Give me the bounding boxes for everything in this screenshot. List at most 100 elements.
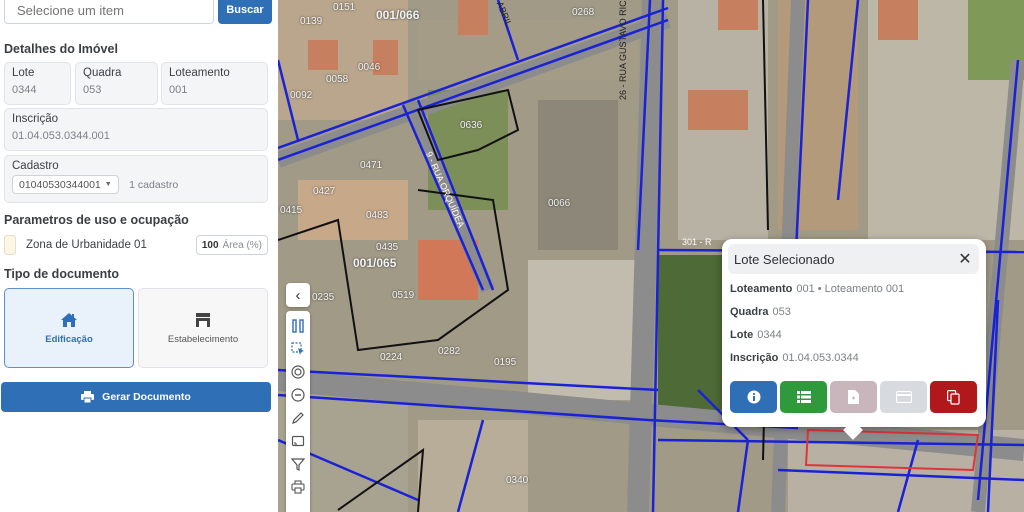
zoom-out-tool[interactable]	[289, 386, 307, 404]
select-tool[interactable]	[289, 340, 307, 358]
popup-row-value: 0344	[757, 329, 782, 341]
measure-tool[interactable]	[289, 432, 307, 450]
app-root: Buscar Detalhes do Imóvel Lote 0344 Quad…	[0, 0, 1024, 512]
collapse-sidebar-button[interactable]: ‹	[286, 283, 310, 307]
map-parcel-label: 0340	[506, 475, 529, 486]
card-icon	[895, 391, 912, 403]
quadra-value: 053	[83, 84, 102, 96]
map-parcel-label: 0415	[280, 205, 303, 216]
document-button[interactable]	[830, 381, 877, 413]
doc-option-edificacao[interactable]: Edificação	[4, 288, 134, 368]
map-parcel-label: 0435	[376, 242, 399, 253]
filter-tool[interactable]	[289, 455, 307, 473]
popup-row-lote: Lote 0344	[730, 329, 782, 341]
map-parcel-label: 0483	[366, 210, 389, 221]
area-value: 100	[201, 239, 219, 251]
popup-row-label: Loteamento	[730, 283, 793, 295]
lote-field: Lote 0344	[4, 62, 71, 105]
loteamento-value: 001	[169, 84, 188, 96]
sidebar: Buscar Detalhes do Imóvel Lote 0344 Quad…	[0, 0, 278, 512]
doc-option-estabelecimento[interactable]: Estabelecimento	[138, 288, 268, 368]
map-parcel-label: 001/065	[353, 256, 397, 270]
zoom-out-icon	[291, 388, 305, 402]
house-icon	[61, 312, 77, 327]
document-icon	[848, 390, 859, 404]
print-tool[interactable]	[289, 478, 307, 496]
map-toolbar	[286, 311, 310, 512]
locate-tool[interactable]	[289, 363, 307, 381]
popup-row-inscricao: Inscrição 01.04.053.0344	[730, 352, 859, 364]
cadastro-select[interactable]: 01040530344001 ▼	[12, 175, 119, 194]
popup-row-value: 053	[772, 306, 791, 318]
card-button[interactable]	[880, 381, 927, 413]
close-icon[interactable]: ✕	[957, 249, 973, 269]
street-label: 301 - R	[682, 237, 712, 247]
inscricao-label: Inscrição	[12, 113, 59, 125]
map-parcel-label: 0092	[290, 90, 313, 101]
cadastro-label: Cadastro	[12, 160, 59, 172]
loteamento-label: Loteamento	[169, 67, 230, 79]
popup-row-quadra: Quadra 053	[730, 306, 791, 318]
search-button[interactable]: Buscar	[218, 0, 272, 24]
layers-tool[interactable]	[289, 317, 307, 335]
map-parcel-label: 0427	[313, 186, 336, 197]
zone-color-swatch	[4, 235, 16, 255]
search-input[interactable]	[4, 0, 214, 24]
info-button[interactable]	[730, 381, 777, 413]
lote-value: 0344	[12, 84, 37, 96]
map-parcel-label: 0471	[360, 160, 383, 171]
map-parcel-label: 0636	[460, 120, 483, 131]
printer-icon	[81, 391, 95, 403]
list-button[interactable]	[780, 381, 827, 413]
edit-icon	[292, 412, 304, 424]
doc-option-label: Estabelecimento	[167, 333, 239, 345]
chevron-down-icon: ▼	[104, 181, 112, 188]
popup-row-loteamento: Loteamento 001 • Loteamento 001	[730, 283, 904, 295]
map-parcel-label: 0224	[380, 352, 403, 363]
print-icon	[291, 480, 305, 494]
area-percent-box: 100 Área (%)	[195, 235, 268, 255]
generate-document-label: Gerar Documento	[102, 391, 191, 403]
quadra-field: Quadra 053	[75, 62, 158, 105]
measure-icon	[291, 435, 305, 447]
map-parcel-label: 0066	[548, 198, 571, 209]
map-parcel-label: 0151	[333, 2, 356, 13]
cadastro-field: Cadastro 01040530344001 ▼ 1 cadastro	[4, 155, 268, 203]
popup-row-label: Quadra	[730, 306, 769, 318]
select-icon	[291, 342, 304, 355]
map-parcel-label: 0195	[494, 357, 517, 368]
doc-option-label: Edificação	[45, 333, 93, 345]
details-title: Detalhes do Imóvel	[4, 42, 118, 56]
area-unit: Área (%)	[222, 239, 262, 251]
map-parcel-label: 0139	[300, 16, 323, 27]
popup-title: Lote Selecionado	[734, 251, 835, 267]
usage-title: Parametros de uso e ocupação	[4, 213, 189, 227]
map-parcel-label: 0519	[392, 290, 415, 301]
popup-row-label: Inscrição	[730, 352, 779, 364]
edit-tool[interactable]	[289, 409, 307, 427]
copy-icon	[947, 389, 960, 405]
zone-row: Zona de Urbanidade 01 100 Área (%)	[4, 234, 268, 256]
map-parcel-label: 0058	[326, 74, 349, 85]
storefront-icon	[196, 312, 210, 327]
map-parcel-label: 0046	[358, 62, 381, 73]
selected-lot-popup: Lote Selecionado ✕ Loteamento 001 • Lotea…	[722, 239, 986, 440]
copy-button[interactable]	[930, 381, 977, 413]
popup-row-value: 001 • Loteamento 001	[796, 283, 905, 295]
cadastro-selected-value: 01040530344001	[19, 178, 101, 191]
quadra-label: Quadra	[83, 67, 122, 79]
inscricao-field: Inscrição 01.04.053.0344.001	[4, 108, 268, 151]
chevron-left-icon: ‹	[295, 286, 301, 304]
popup-row-label: Lote	[730, 329, 754, 341]
popup-header: Lote Selecionado ✕	[728, 244, 979, 274]
doc-type-title: Tipo de documento	[4, 267, 120, 281]
cadastro-count: 1 cadastro	[129, 178, 179, 191]
filter-icon	[291, 458, 305, 471]
map-parcel-label: 0268	[572, 7, 595, 18]
locate-icon	[291, 365, 305, 379]
generate-document-button[interactable]: Gerar Documento	[1, 382, 271, 412]
search-row: Buscar	[4, 0, 272, 24]
popup-row-value: 01.04.053.0344	[782, 352, 859, 364]
lote-label: Lote	[12, 67, 35, 79]
loteamento-field: Loteamento 001	[161, 62, 268, 105]
